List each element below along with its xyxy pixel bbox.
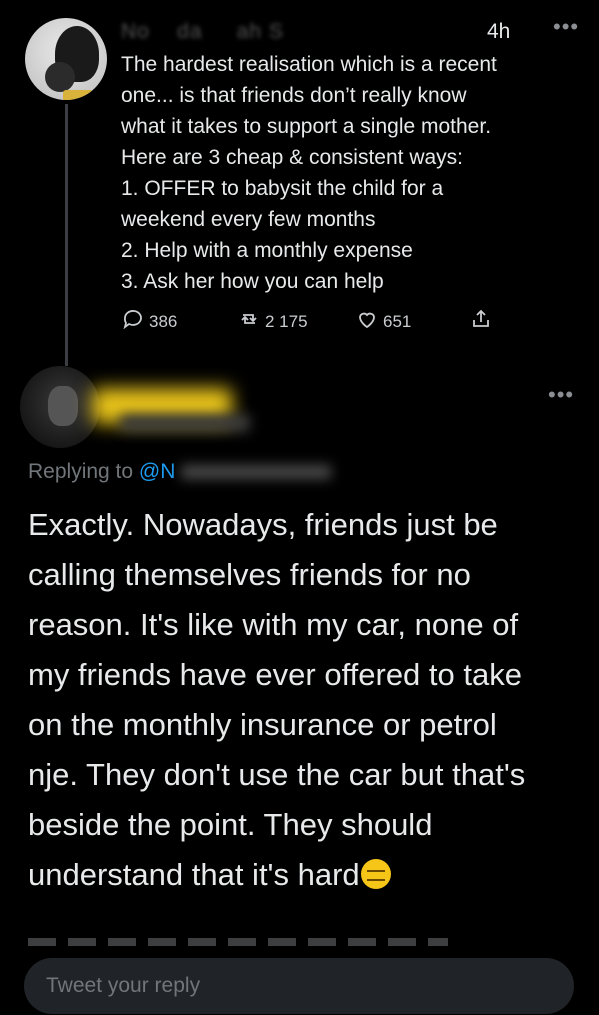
- reply-line: Exactly. Nowadays, friends just be: [28, 507, 498, 542]
- reply-icon: [121, 307, 145, 336]
- reply-line: calling themselves friends for no: [28, 557, 471, 592]
- tweet-line: what it takes to support a single mother…: [121, 115, 492, 138]
- retweet-action[interactable]: 2 175: [237, 307, 308, 336]
- reply-action[interactable]: 386: [121, 307, 177, 336]
- replying-to-label: Replying to: [28, 460, 134, 483]
- like-action[interactable]: 651: [355, 307, 411, 336]
- reply-line: my friends have ever offered to take: [28, 657, 522, 692]
- reply-count: 386: [149, 311, 178, 331]
- tweet-line: 1. OFFER to babysit the child for a: [121, 177, 444, 200]
- tweet-header: No da ah S 4h •••: [121, 14, 578, 48]
- tweet-time: 4h: [487, 20, 511, 43]
- retweet-count: 2 175: [265, 311, 308, 331]
- replying-to-handle[interactable]: @N: [139, 460, 175, 483]
- share-icon: [469, 307, 493, 336]
- tweet-text: The hardest realisation which is a recen…: [121, 49, 581, 297]
- tweet-line: Here are 3 cheap & consistent ways:: [121, 146, 464, 169]
- reply-more-options-icon[interactable]: •••: [548, 382, 574, 408]
- reply-line: nje. They don't use the car but that's: [28, 757, 526, 792]
- reply-text: Exactly. Nowadays, friends just be calli…: [28, 500, 588, 900]
- like-count: 651: [383, 311, 412, 331]
- replying-to: Replying to @N: [28, 460, 332, 484]
- tweet-line: The hardest realisation which is a recen…: [121, 53, 497, 76]
- retweet-icon: [237, 307, 261, 336]
- tweet-line: 3. Ask her how you can help: [121, 270, 384, 293]
- tweet-metadata-cutoff: [28, 938, 448, 946]
- author-name-obscured[interactable]: No da ah S: [121, 20, 284, 44]
- replier-avatar[interactable]: [20, 366, 100, 448]
- tweet-line: 2. Help with a monthly expense: [121, 239, 413, 262]
- author-avatar[interactable]: [25, 18, 107, 100]
- share-action[interactable]: [469, 307, 493, 336]
- reply-line: understand that it's hard: [28, 857, 360, 892]
- reply-line: on the monthly insurance or petrol: [28, 707, 497, 742]
- handle-redaction: [181, 465, 332, 480]
- reply-line-last: understand that it's hard: [28, 850, 588, 900]
- heart-icon: [355, 307, 379, 336]
- expressionless-face-icon: [360, 859, 391, 889]
- reply-line: beside the point. They should: [28, 807, 433, 842]
- more-options-icon[interactable]: •••: [553, 14, 579, 40]
- reply-composer-input[interactable]: Tweet your reply: [24, 958, 574, 1014]
- tweet-line: one... is that friends don’t really know: [121, 84, 467, 107]
- tweet-actions: 386 2 175 651: [121, 307, 521, 337]
- thread-connector-line: [65, 104, 68, 366]
- tweet-line: weekend every few months: [121, 208, 376, 231]
- tweet-thread-screen: No da ah S 4h ••• The hardest realisatio…: [0, 0, 599, 1015]
- replier-handle-redacted: [120, 414, 250, 432]
- reply-line: reason. It's like with my car, none of: [28, 607, 519, 642]
